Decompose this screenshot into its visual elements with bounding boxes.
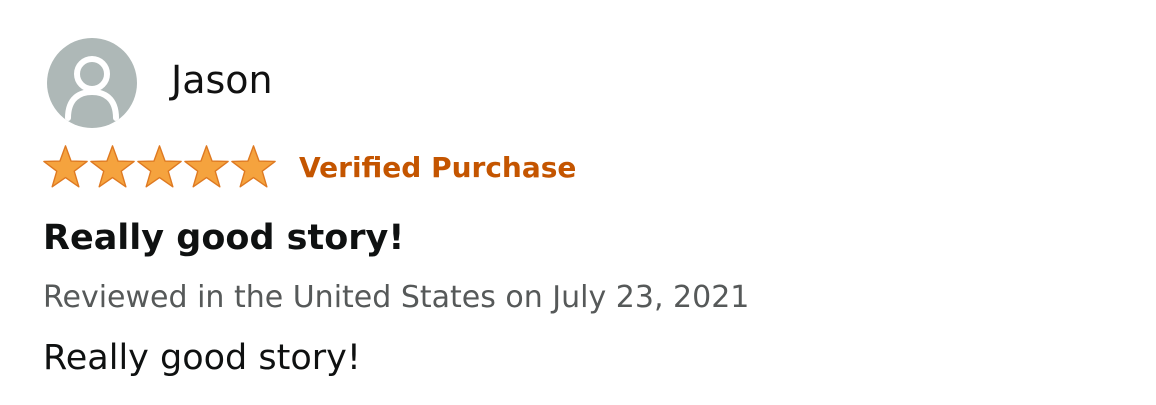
verified-purchase-badge: Verified Purchase bbox=[299, 151, 577, 184]
star-icon bbox=[137, 145, 182, 188]
avatar[interactable] bbox=[47, 38, 137, 128]
user-silhouette-icon bbox=[65, 56, 119, 121]
star-icon bbox=[184, 145, 229, 188]
review-card: Jason Verified Purchase Really good stor… bbox=[0, 0, 1156, 405]
star-icon bbox=[231, 145, 276, 188]
star-icon bbox=[90, 145, 135, 188]
star-rating[interactable] bbox=[42, 143, 277, 191]
review-title[interactable]: Really good story! bbox=[43, 216, 404, 260]
review-body: Really good story! bbox=[43, 338, 361, 378]
review-date: Reviewed in the United States on July 23… bbox=[43, 280, 750, 315]
reviewer-profile[interactable]: Jason bbox=[47, 37, 273, 129]
star-icon bbox=[43, 145, 88, 188]
rating-row: Verified Purchase bbox=[42, 143, 576, 191]
reviewer-name[interactable]: Jason bbox=[171, 58, 273, 102]
